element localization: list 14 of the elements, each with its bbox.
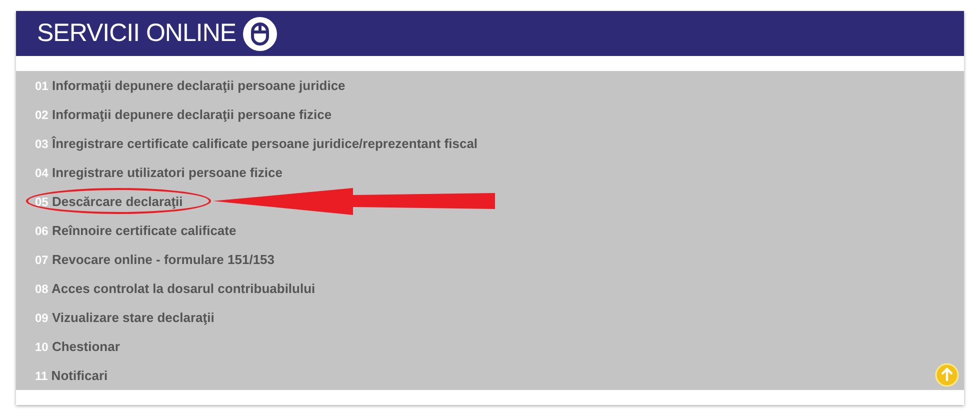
panel-title: SERVICII ONLINE (37, 19, 236, 48)
scroll-top-icon[interactable] (935, 363, 959, 387)
service-link[interactable]: 03 Înregistrare certificate calificate persoane juridice/reprezentant fiscal (35, 136, 478, 151)
service-link[interactable]: 01 Informaţii depunere declaraţii persoane juridice (35, 78, 346, 93)
service-link[interactable]: 06 Reînnoire certificate calificate (35, 223, 236, 238)
mouse-icon (243, 16, 278, 50)
service-link[interactable]: 04 Inregistrare utilizatori persoane fizice (35, 165, 282, 180)
service-link[interactable]: 08 Acces controlat la dosarul contribuabilului (35, 281, 316, 296)
service-link[interactable]: 05 Descărcare declaraţii (35, 194, 183, 209)
service-link[interactable]: 02 Informaţii depunere declaraţii persoane fizice (35, 107, 332, 122)
service-link[interactable]: 09 Vizualizare stare declaraţii (35, 310, 214, 325)
service-link[interactable]: 07 Revocare online - formulare 151/153 (35, 252, 275, 267)
service-link[interactable]: 10 Chestionar (35, 339, 120, 354)
service-link[interactable]: 11 Notificari (35, 368, 108, 383)
